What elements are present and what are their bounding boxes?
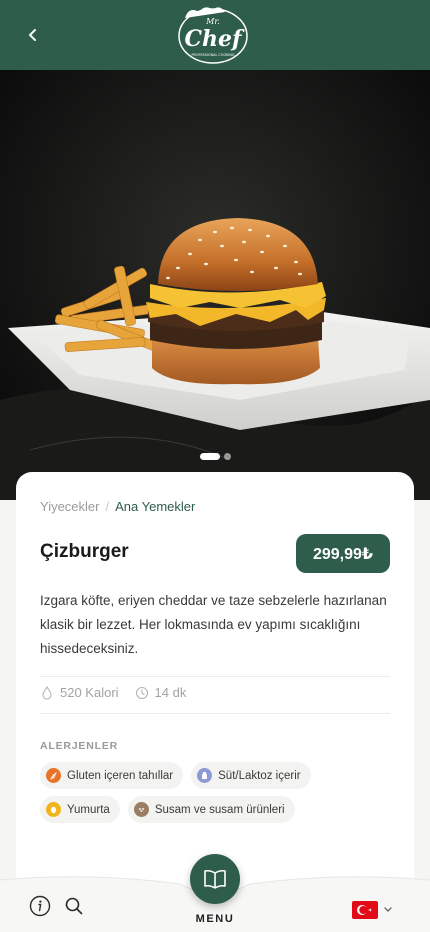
allergen-chip-egg: Yumurta: [40, 796, 120, 823]
allergen-chip-gluten: Gluten içeren tahıllar: [40, 762, 184, 789]
menu-label: MENU: [195, 913, 235, 925]
chevron-down-icon: [384, 907, 392, 912]
clock-icon: [135, 686, 148, 699]
product-meta: 520 Kalori 14 dk: [40, 685, 186, 700]
book-open-icon: [204, 869, 226, 889]
search-icon: [65, 897, 83, 915]
prep-time-info: 14 dk: [135, 685, 187, 700]
allergen-list: Gluten içeren tahıllar Süt/Laktoz içerir…: [40, 762, 400, 830]
allergen-label: Gluten içeren tahıllar: [67, 769, 174, 782]
calories-text: 520 Kalori: [60, 685, 119, 700]
sesame-icon: [133, 802, 149, 817]
back-button[interactable]: [18, 21, 48, 49]
allergen-chip-milk: Süt/Laktoz içerir: [191, 762, 311, 789]
menu-button[interactable]: [190, 854, 240, 904]
carousel-dot-active[interactable]: [199, 452, 220, 460]
allergens-heading: ALERJENLER: [40, 740, 119, 752]
info-icon: [29, 895, 51, 917]
svg-text:Mr.: Mr.: [205, 17, 220, 26]
chevron-left-icon: [29, 29, 36, 41]
language-selector[interactable]: [352, 900, 398, 920]
info-button[interactable]: [27, 893, 53, 919]
carousel-dot[interactable]: [223, 452, 231, 460]
wheat-icon: [46, 768, 61, 783]
search-button[interactable]: [61, 893, 87, 919]
svg-text:PROFESSIONAL COOKING: PROFESSIONAL COOKING: [191, 53, 234, 57]
divider: [40, 713, 390, 714]
breadcrumb-separator: /: [105, 499, 110, 514]
allergen-label: Susam ve susam ürünleri: [154, 803, 285, 816]
app-header: Mr. Chef PROFESSIONAL COOKING: [0, 0, 430, 70]
svg-text:Chef: Chef: [185, 26, 246, 52]
flame-icon: [42, 685, 52, 700]
calories-info: 520 Kalori: [40, 685, 119, 700]
breadcrumb-current-link[interactable]: Ana Yemekler: [115, 499, 195, 514]
product-card: Yiyecekler / Ana Yemekler Çizburger 299,…: [16, 472, 414, 892]
allergen-label: Yumurta: [67, 803, 110, 816]
brand-logo: Mr. Chef PROFESSIONAL COOKING: [175, 4, 251, 66]
milk-icon: [197, 768, 213, 783]
allergen-label: Süt/Laktoz içerir: [218, 769, 301, 782]
product-image[interactable]: [0, 70, 430, 500]
carousel-indicators: [0, 452, 430, 460]
turkish-flag-icon: [352, 901, 378, 919]
product-description: Izgara köfte, eriyen cheddar ve taze seb…: [40, 593, 387, 656]
breadcrumb: Yiyecekler / Ana Yemekler: [40, 499, 195, 514]
divider: [40, 676, 390, 677]
allergen-chip-sesame: Susam ve susam ürünleri: [127, 796, 295, 823]
price-badge: 299,99₺: [296, 534, 390, 573]
prep-time-text: 14 dk: [154, 685, 187, 700]
breadcrumb-parent-link[interactable]: Yiyecekler: [40, 499, 99, 514]
egg-icon: [46, 802, 61, 817]
product-title: Çizburger: [40, 541, 129, 562]
